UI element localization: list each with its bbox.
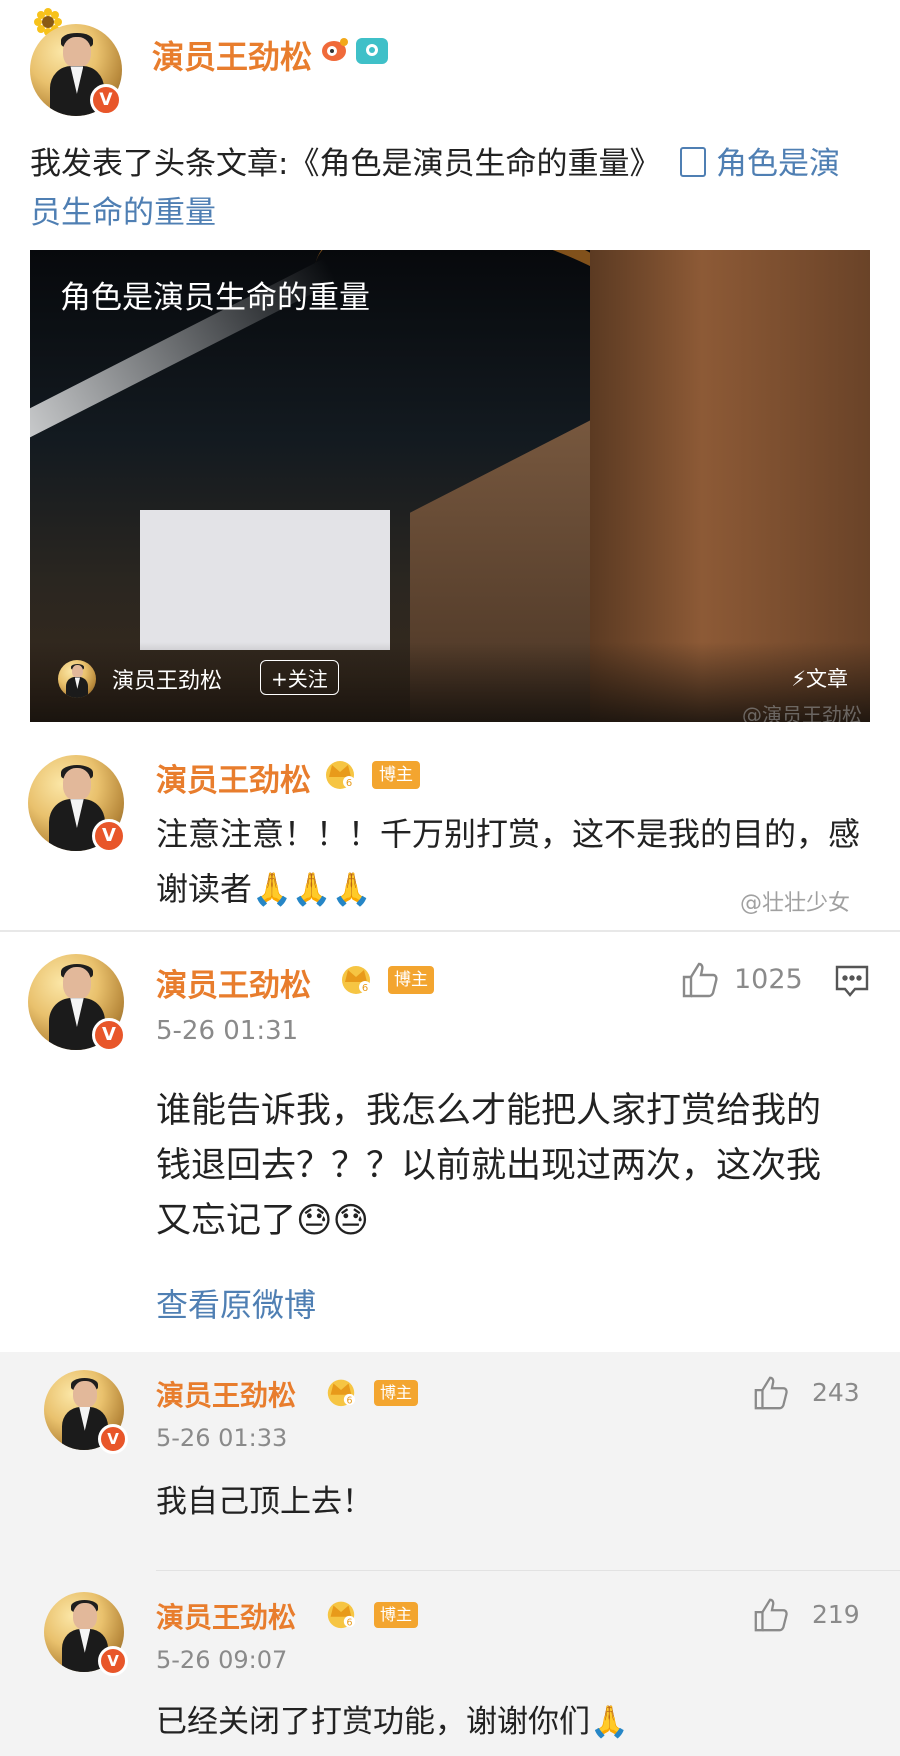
cover-title: 角色是演员生命的重量 xyxy=(60,280,370,316)
article-link-icon xyxy=(680,147,707,177)
blogger-tag: 博主 xyxy=(374,1380,418,1406)
follow-button[interactable]: +关注 xyxy=(260,660,339,695)
comment-icon[interactable] xyxy=(834,964,870,998)
author-name[interactable]: 演员王劲松 xyxy=(152,32,312,78)
weibo-post: V 演员王劲松 我发表了头条文章:《角色是演员生命的重量》 角色是演员生命的重量… xyxy=(0,0,900,745)
blogger-tag: 博主 xyxy=(388,966,434,994)
author-name[interactable]: 演员王劲松 xyxy=(156,1374,296,1414)
vip-crown-icon: 6 xyxy=(322,755,358,791)
verified-v-icon: V xyxy=(98,1646,128,1676)
cover-author-avatar xyxy=(58,660,96,698)
like-count: 1025 xyxy=(734,964,803,995)
comment-item: V 演员王劲松 6 博主 5-26 01:31 1025 谁能告诉我，我怎么才能… xyxy=(0,930,900,1352)
vip-crown-icon: 6 xyxy=(338,960,374,996)
image-watermark: @壮壮少女 xyxy=(740,891,851,916)
reply-time: 5-26 09:07 xyxy=(156,1646,288,1674)
thumbs-up-icon[interactable] xyxy=(680,960,720,1000)
camera-icon xyxy=(356,38,388,64)
like-count: 243 xyxy=(812,1378,860,1407)
comment-item: V 演员王劲松 6 博主 注意注意！！！千万别打赏，这不是我的目的，感谢读者🙏🙏… xyxy=(0,745,900,930)
reply-time: 5-26 01:33 xyxy=(156,1424,288,1452)
verified-v-icon: V xyxy=(98,1424,128,1454)
author-name[interactable]: 演员王劲松 xyxy=(156,960,311,1005)
post-text: 我发表了头条文章:《角色是演员生命的重量》 角色是演员生命的重量 xyxy=(30,140,870,238)
svg-text:6: 6 xyxy=(346,1395,352,1406)
reply-item: V 演员王劲松 6 博主 5-26 01:33 243 我自己顶上去！ xyxy=(0,1352,900,1552)
post-text-prefix: 我发表了头条文章:《角色是演员生命的重量》 xyxy=(30,146,661,182)
author-name[interactable]: 演员王劲松 xyxy=(156,1596,296,1636)
reply-list: V 演员王劲松 6 博主 5-26 01:33 243 我自己顶上去！ V 演员… xyxy=(0,1352,900,1756)
comment-text: 谁能告诉我，我怎么才能把人家打赏给我的钱退回去？？？以前就出现过两次，这次我又忘… xyxy=(156,1091,822,1241)
svg-text:6: 6 xyxy=(362,983,368,994)
vip-crown-icon: 6 xyxy=(324,1374,358,1408)
svg-text:6: 6 xyxy=(346,778,352,789)
vip-crown-icon: 6 xyxy=(324,1596,358,1630)
view-original-link[interactable]: 查看原微博 xyxy=(156,1280,316,1326)
thumbs-up-icon[interactable] xyxy=(752,1374,790,1412)
thumbs-up-icon[interactable] xyxy=(752,1596,790,1634)
weibo-level-icon xyxy=(320,36,350,64)
cover-author-name: 演员王劲松 xyxy=(112,669,223,694)
like-count: 219 xyxy=(812,1600,860,1629)
verified-v-icon: V xyxy=(90,84,122,116)
image-watermark: @演员王劲松 xyxy=(742,703,862,722)
comment-time: 5-26 01:31 xyxy=(156,1016,299,1046)
blogger-tag: 博主 xyxy=(372,761,420,789)
verified-v-icon: V xyxy=(92,1018,126,1052)
svg-text:6: 6 xyxy=(346,1617,352,1628)
reply-text: 我自己顶上去！ xyxy=(156,1484,373,1520)
reply-item: V 演员王劲松 6 博主 5-26 09:07 219 已经关闭了打赏功能，谢谢… xyxy=(0,1574,900,1756)
reply-text: 已经关闭了打赏功能，谢谢你们🙏 xyxy=(156,1704,629,1740)
author-name[interactable]: 演员王劲松 xyxy=(156,755,311,800)
reply-divider xyxy=(156,1570,900,1571)
article-label: ⚡文章 xyxy=(791,667,848,691)
blogger-tag: 博主 xyxy=(374,1602,418,1628)
article-cover-image[interactable]: 角色是演员生命的重量 演员王劲松 +关注 ⚡文章 @演员王劲松 xyxy=(30,250,870,722)
verified-v-icon: V xyxy=(92,819,126,853)
